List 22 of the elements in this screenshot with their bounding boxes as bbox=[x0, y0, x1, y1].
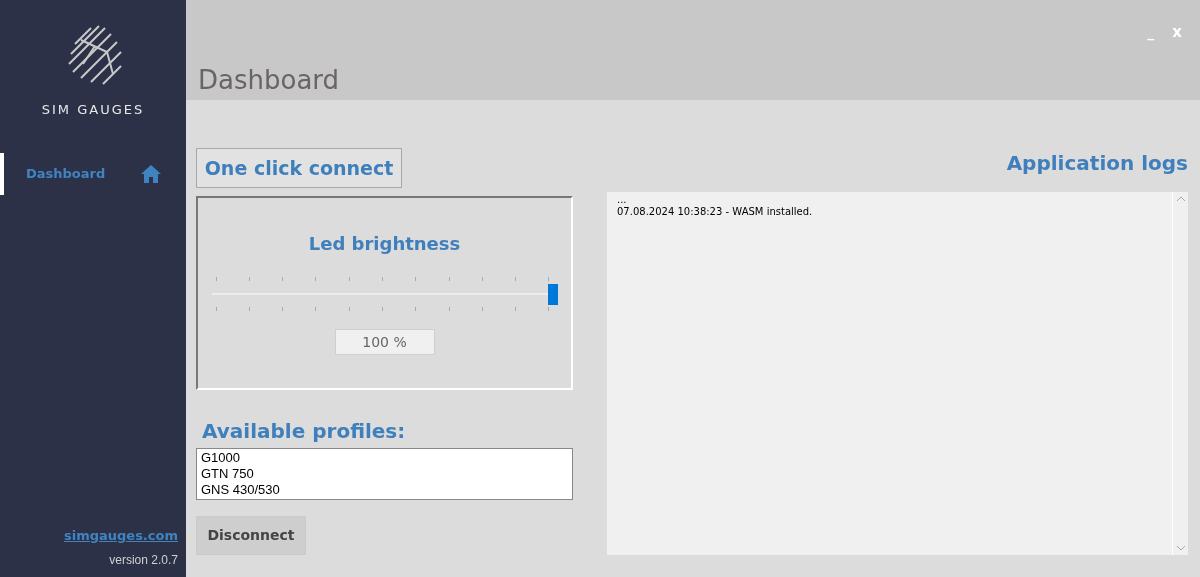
connect-button[interactable]: One click connect bbox=[196, 148, 402, 188]
disconnect-button[interactable]: Disconnect bbox=[196, 516, 306, 555]
log-line: ... bbox=[617, 194, 628, 206]
logs-title: Application logs bbox=[1006, 150, 1188, 177]
scroll-down-icon[interactable] bbox=[1176, 546, 1185, 551]
slider-thumb[interactable] bbox=[547, 284, 558, 305]
log-line: 07.08.2024 10:38:23 - WASM installed. bbox=[617, 206, 814, 218]
profiles-list[interactable]: G1000 GTN 750 GNS 430/530 bbox=[196, 448, 573, 500]
brightness-slider[interactable] bbox=[211, 277, 558, 311]
profile-item[interactable]: G1000 bbox=[201, 450, 572, 466]
home-icon bbox=[140, 163, 162, 184]
brightness-value: 100 % bbox=[334, 329, 435, 355]
scroll-up-icon[interactable] bbox=[1176, 196, 1185, 201]
brand-name: SIM GAUGES bbox=[41, 101, 145, 119]
version-label: version 2.0.7 bbox=[109, 552, 178, 569]
website-link[interactable]: simgauges.com bbox=[63, 525, 178, 545]
page-title: Dashboard bbox=[198, 64, 341, 97]
profiles-title: Available profiles: bbox=[202, 418, 407, 445]
sidebar-item[interactable]: Dashboard bbox=[0, 152, 186, 195]
panel-title: Led brightness bbox=[308, 232, 461, 256]
profile-item[interactable]: GTN 750 bbox=[201, 466, 572, 482]
profile-item[interactable]: GNS 430/530 bbox=[201, 482, 572, 498]
